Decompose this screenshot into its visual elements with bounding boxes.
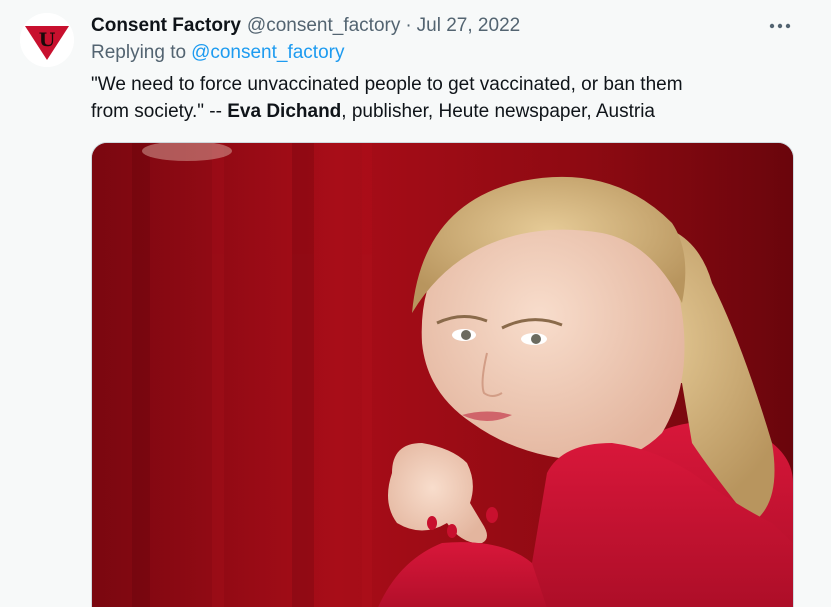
timestamp[interactable]: Jul 27, 2022	[417, 15, 521, 37]
avatar-letter: U	[39, 29, 56, 51]
replying-to-mention[interactable]: @consent_factory	[191, 42, 344, 63]
user-handle[interactable]: @consent_factory	[247, 15, 400, 37]
tweet-text: "We need to force unvaccinated people to…	[91, 71, 791, 125]
tweet-text-line-1: "We need to force unvaccinated people to…	[91, 74, 683, 95]
avatar[interactable]: U	[20, 13, 74, 67]
tweet-card[interactable]: U Consent Factory @consent_factory · Jul…	[0, 0, 831, 607]
tweet-text-line-2: from society." -- Eva Dichand, publisher…	[91, 98, 791, 125]
replying-to-label: Replying to	[91, 42, 187, 63]
separator-dot: ·	[405, 15, 412, 36]
replying-to-line: Replying to @consent_factory	[91, 42, 344, 64]
more-horizontal-icon	[769, 23, 791, 29]
photo-illustration	[92, 143, 793, 607]
tweet-header: Consent Factory @consent_factory · Jul 2…	[91, 12, 520, 40]
tweet-text-bold-name: Eva Dichand	[227, 101, 342, 122]
fingernail	[486, 507, 498, 523]
display-name[interactable]: Consent Factory	[91, 15, 241, 37]
tweet-text-line-2-suffix: , publisher, Heute newspaper, Austria	[341, 101, 655, 122]
tweet-text-line-2-prefix: from society." --	[91, 101, 228, 122]
more-options-button[interactable]	[766, 14, 794, 38]
tweet-photo[interactable]	[91, 142, 794, 607]
